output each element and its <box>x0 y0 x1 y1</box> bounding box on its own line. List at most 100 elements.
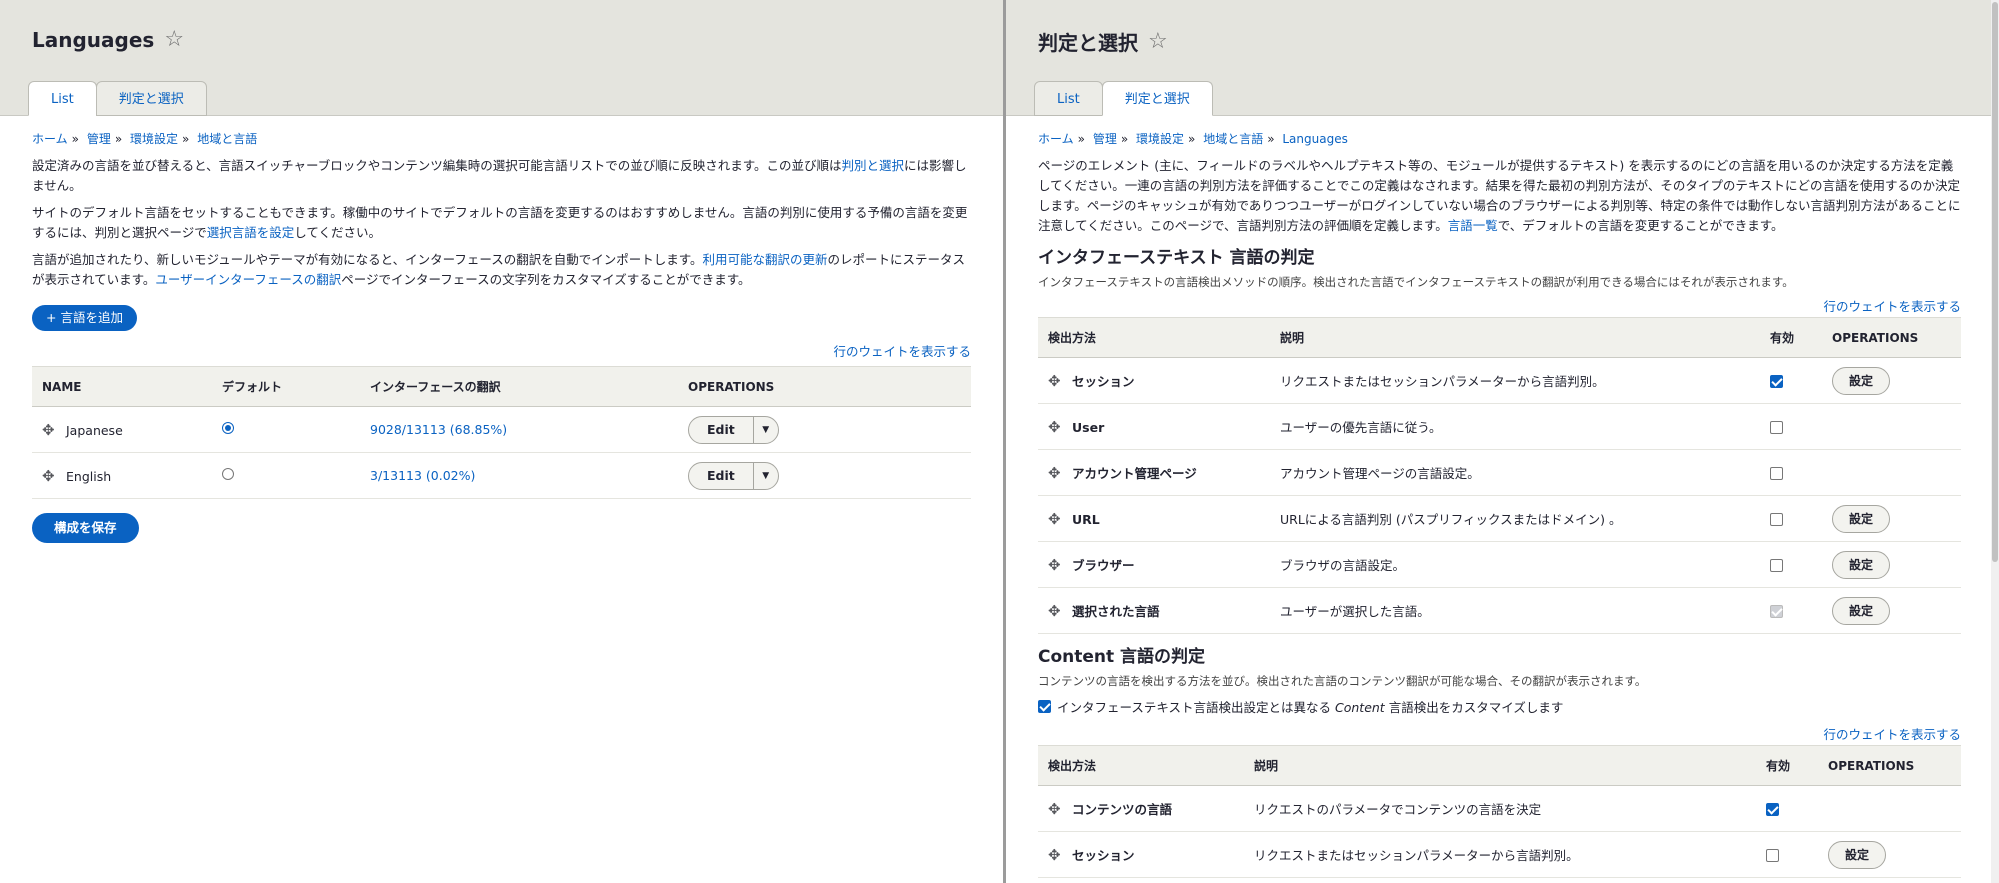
table-row: ✥ User ユーザーの優先言語に従う。 <box>1038 403 1961 450</box>
enabled-checkbox[interactable] <box>1770 375 1783 388</box>
default-radio[interactable] <box>222 468 234 480</box>
drag-handle-icon[interactable]: ✥ <box>1048 418 1062 436</box>
tab-list[interactable]: List <box>28 81 97 116</box>
enabled-checkbox[interactable] <box>1766 803 1779 816</box>
customize-content-detection: インタフェーステキスト言語検出設定とは異なる Content 言語検出をカスタマ… <box>1038 697 1961 716</box>
page-header: 判定と選択 ☆ List 判定と選択 <box>1006 0 1999 116</box>
table-row: ✥ URL URLによる言語判別 (パスプリフィックスまたはドメイン) 。 設定 <box>1038 495 1961 542</box>
interface-detection-table: 検出方法 説明 有効 OPERATIONS ✥ セッション リクエストまたはセッシ… <box>1038 317 1961 634</box>
method-description: リクエストまたはセッションパラメーターから言語判別。 <box>1244 831 1756 878</box>
method-description: リクエストまたはセッションパラメーターから言語判別。 <box>1270 357 1760 404</box>
tab-detection[interactable]: 判定と選択 <box>1101 81 1213 116</box>
breadcrumb-regional[interactable]: 地域と言語 <box>1203 132 1263 146</box>
star-icon[interactable]: ☆ <box>1148 29 1168 54</box>
table-row: ✥ コンテンツの言語 リクエストのパラメータでコンテンツの言語を決定 <box>1038 785 1961 832</box>
method-name: ブラウザー <box>1072 558 1135 573</box>
interface-section-desc: インタフェーステキストの言語検出メソッドの順序。検出された言語でインタフェーステ… <box>1038 275 1794 289</box>
label-text: Content <box>1335 700 1385 715</box>
label-text: インタフェーステキスト言語検出設定とは異なる <box>1057 700 1332 715</box>
method-name: アカウント管理ページ <box>1072 466 1197 481</box>
breadcrumb-home[interactable]: ホーム <box>32 132 68 146</box>
enabled-checkbox[interactable] <box>1766 849 1779 862</box>
drag-handle-icon[interactable]: ✥ <box>42 467 56 485</box>
chevron-down-icon[interactable]: ▼ <box>754 463 778 489</box>
breadcrumb-config[interactable]: 環境設定 <box>130 132 178 146</box>
configure-button[interactable]: 設定 <box>1832 596 1891 625</box>
translation-status-link[interactable]: 9028/13113 (68.85%) <box>370 422 507 437</box>
language-name: Japanese <box>66 422 123 438</box>
breadcrumb-languages[interactable]: Languages <box>1282 132 1347 146</box>
col-operations: OPERATIONS <box>1822 317 1961 358</box>
breadcrumb-home[interactable]: ホーム <box>1038 132 1074 146</box>
configure-button[interactable]: 設定 <box>1828 840 1887 869</box>
drag-handle-icon[interactable]: ✥ <box>1048 464 1062 482</box>
default-radio[interactable] <box>222 422 234 434</box>
scrollbar[interactable] <box>1991 0 1999 883</box>
breadcrumb-config[interactable]: 環境設定 <box>1136 132 1184 146</box>
page-title-text: 判定と選択 <box>1038 31 1138 55</box>
enabled-checkbox[interactable] <box>1770 467 1783 480</box>
label-text: 言語検出をカスタマイズします <box>1388 700 1564 715</box>
configure-button[interactable]: 設定 <box>1832 550 1891 579</box>
configure-button[interactable]: 設定 <box>1832 504 1891 533</box>
enabled-checkbox[interactable] <box>1770 421 1783 434</box>
detection-link[interactable]: 判別と選択 <box>842 158 905 173</box>
page-title: Languages ☆ <box>32 27 184 52</box>
method-name: コンテンツの言語 <box>1072 802 1173 817</box>
translation-updates-link[interactable]: 利用可能な翻訳の更新 <box>703 252 828 267</box>
tab-list[interactable]: List <box>1034 81 1103 116</box>
breadcrumb: ホーム» 管理» 環境設定» 地域と言語» Languages <box>1038 132 1348 146</box>
enabled-checkbox[interactable] <box>1770 513 1783 526</box>
show-row-weights-link[interactable]: 行のウェイトを表示する <box>1823 299 1961 314</box>
drag-handle-icon[interactable]: ✥ <box>1048 846 1062 864</box>
tab-detection[interactable]: 判定と選択 <box>95 81 207 116</box>
content-section-title: Content 言語の判定 <box>1038 647 1206 667</box>
translation-status-link[interactable]: 3/13113 (0.02%) <box>370 468 475 483</box>
customize-checkbox[interactable] <box>1038 700 1051 713</box>
add-language-button[interactable]: + 言語を追加 <box>32 305 137 331</box>
breadcrumb-admin[interactable]: 管理 <box>1093 132 1117 146</box>
col-translation: インターフェースの翻訳 <box>360 366 678 407</box>
table-row: ✥ 選択された言語 ユーザーが選択した言語。 設定 <box>1038 587 1961 634</box>
drag-handle-icon[interactable]: ✥ <box>42 421 56 439</box>
scrollbar-thumb[interactable] <box>1992 2 1998 562</box>
show-row-weights-link[interactable]: 行のウェイトを表示する <box>1823 727 1961 742</box>
table-row: ✥ Japanese 9028/13113 (68.85%) Edit ▼ <box>32 406 971 453</box>
drag-handle-icon[interactable]: ✥ <box>1048 800 1062 818</box>
customize-label: インタフェーステキスト言語検出設定とは異なる Content 言語検出をカスタマ… <box>1057 697 1563 716</box>
help-text: してください。 <box>294 225 382 240</box>
breadcrumb-regional[interactable]: 地域と言語 <box>197 132 257 146</box>
help-text: 言語が追加されたり、新しいモジュールやテーマが有効になると、インターフェースの翻… <box>32 252 703 267</box>
main-content: ホーム» 管理» 環境設定» 地域と言語» Languages ページのエレメン… <box>1006 116 1999 878</box>
col-default: デフォルト <box>212 366 360 407</box>
drag-handle-icon[interactable]: ✥ <box>1048 602 1062 620</box>
breadcrumb-admin[interactable]: 管理 <box>87 132 111 146</box>
drag-handle-icon[interactable]: ✥ <box>1048 510 1062 528</box>
language-list-link[interactable]: 言語一覧 <box>1448 218 1498 233</box>
show-row-weights-link[interactable]: 行のウェイトを表示する <box>833 344 971 359</box>
method-name: 選択された言語 <box>1072 604 1160 619</box>
method-description: ユーザーの優先言語に従う。 <box>1270 403 1760 450</box>
edit-button[interactable]: Edit <box>689 416 754 443</box>
save-configuration-button[interactable]: 構成を保存 <box>32 513 139 543</box>
edit-button[interactable]: Edit <box>689 462 754 489</box>
col-operations: OPERATIONS <box>1818 745 1961 786</box>
method-description: アカウント管理ページの言語設定。 <box>1270 449 1760 496</box>
col-description: 説明 <box>1270 317 1760 358</box>
chevron-down-icon[interactable]: ▼ <box>754 417 778 443</box>
configure-button[interactable]: 設定 <box>1832 366 1891 395</box>
method-name: User <box>1072 419 1105 435</box>
selected-language-link[interactable]: 選択言語を設定 <box>207 225 295 240</box>
languages-table: NAME デフォルト インターフェースの翻訳 OPERATIONS ✥ Japan… <box>32 366 971 499</box>
col-name: NAME <box>32 366 212 407</box>
method-description: ブラウザの言語設定。 <box>1270 541 1760 588</box>
drag-handle-icon[interactable]: ✥ <box>1048 556 1062 574</box>
help-text-order: 設定済みの言語を並び替えると、言語スイッチャーブロックやコンテンツ編集時の選択可… <box>32 156 971 196</box>
content-detection-table: 検出方法 説明 有効 OPERATIONS ✥ コンテンツの言語 リクエストのパラ… <box>1038 745 1961 878</box>
ui-translation-link[interactable]: ユーザーインターフェースの翻訳 <box>155 272 341 287</box>
drag-handle-icon[interactable]: ✥ <box>1048 372 1062 390</box>
enabled-checkbox[interactable] <box>1770 559 1783 572</box>
help-text: サイトのデフォルト言語をセットすることもできます。稼働中のサイトでデフォルトの言… <box>32 205 968 240</box>
star-icon[interactable]: ☆ <box>164 27 184 52</box>
intro-text: ページのエレメント (主に、フィールドのラベルやヘルプテキスト等の、モジュールが… <box>1038 156 1961 236</box>
